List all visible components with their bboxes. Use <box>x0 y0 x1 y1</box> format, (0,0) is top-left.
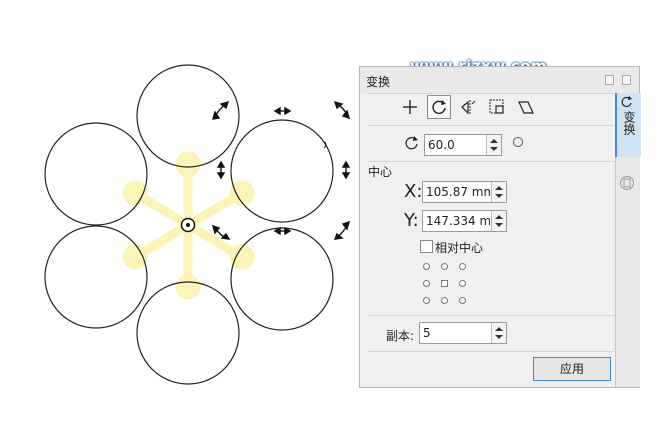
skew-handle-bottom[interactable] <box>273 226 292 236</box>
anchor-center[interactable] <box>441 280 448 287</box>
mirror-tool-button[interactable] <box>456 95 480 119</box>
rotate-handle-top-left[interactable] <box>212 100 230 120</box>
side-tab-transform-label: 变换 <box>622 111 636 135</box>
angle-stepper-arrows[interactable] <box>486 135 501 155</box>
copies-stepper-arrows[interactable] <box>491 323 506 343</box>
transform-tab-icon <box>621 96 632 107</box>
copies-label: 副本: <box>386 329 415 343</box>
position-tool-button[interactable] <box>398 95 422 119</box>
relative-center-label: 相对中心 <box>435 241 484 255</box>
x-value: 105.87 mm <box>426 185 490 199</box>
x-label: X: <box>404 181 423 202</box>
anchor-bottom-center[interactable] <box>441 297 448 304</box>
transform-panel: 变换 60.0 中心 X: 105.87 mm Y: 147.334 m 相对中… <box>359 66 641 388</box>
circle-top-right[interactable] <box>230 119 334 223</box>
skew-handle-top[interactable] <box>273 106 292 116</box>
object-properties-tab-icon[interactable] <box>619 175 635 191</box>
x-position-field[interactable]: 105.87 mm <box>422 181 507 203</box>
anchor-bottom-left[interactable] <box>423 297 430 304</box>
rotate-handle-top-right[interactable] <box>333 100 351 120</box>
copies-value: 5 <box>423 326 431 340</box>
close-icon[interactable] <box>622 75 631 85</box>
rotate-handle-bottom-right[interactable] <box>333 220 351 240</box>
y-value: 147.334 mm <box>426 214 490 228</box>
minimize-icon[interactable] <box>605 75 614 85</box>
size-icon <box>489 99 504 114</box>
skew-handle-left[interactable] <box>216 160 226 180</box>
relative-center-checkbox[interactable] <box>420 240 433 253</box>
rotate-tool-button[interactable] <box>427 95 451 119</box>
skew-handle-right[interactable] <box>341 160 351 180</box>
rotate-angle-icon <box>405 136 418 150</box>
circle-bottom-left[interactable] <box>44 225 148 329</box>
mirror-icon <box>461 100 476 115</box>
rotation-center-marker[interactable] <box>180 217 196 233</box>
anchor-top-left[interactable] <box>423 263 430 270</box>
y-stepper-arrows[interactable] <box>491 211 506 231</box>
anchor-bottom-right[interactable] <box>459 297 466 304</box>
skew-tool-button[interactable] <box>514 95 538 119</box>
angle-stepper[interactable]: 60.0 <box>424 134 502 156</box>
circle-bottom-right[interactable] <box>230 227 334 331</box>
size-tool-button[interactable] <box>485 95 509 119</box>
panel-title: 变换 <box>366 75 391 89</box>
move-icon <box>403 100 417 114</box>
y-label: Y: <box>404 210 419 231</box>
rotate-icon <box>432 100 446 114</box>
anchor-middle-right[interactable] <box>459 280 466 287</box>
angle-value: 60.0 <box>428 138 455 152</box>
copies-stepper[interactable]: 5 <box>419 322 507 344</box>
anchor-top-center[interactable] <box>441 263 448 270</box>
panel-titlebar[interactable]: 变换 <box>360 67 639 93</box>
y-position-field[interactable]: 147.334 mm <box>422 210 507 232</box>
x-stepper-arrows[interactable] <box>491 182 506 202</box>
anchor-middle-left[interactable] <box>423 280 430 287</box>
apply-button[interactable]: 应用 <box>533 357 611 381</box>
anchor-top-right[interactable] <box>459 263 466 270</box>
skew-icon <box>518 101 534 114</box>
circle-top-left[interactable] <box>44 122 148 226</box>
center-label: 中心 <box>368 165 393 179</box>
degree-icon <box>513 137 523 147</box>
